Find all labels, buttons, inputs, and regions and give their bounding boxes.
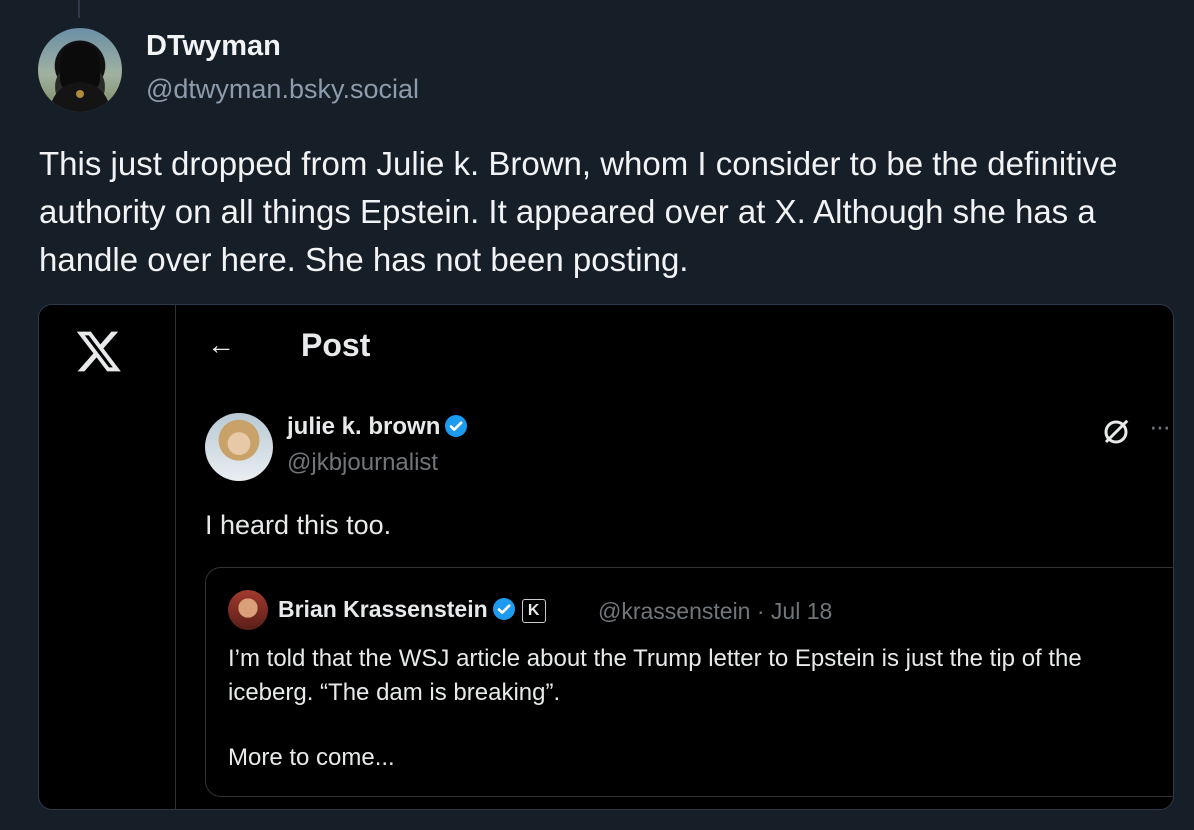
quoted-tweet[interactable]: Brian Krassenstein K @krassenstein · Jul … [205, 567, 1173, 797]
quoted-avatar[interactable] [228, 590, 268, 630]
quoted-display-name[interactable]: Brian Krassenstein K [278, 596, 546, 623]
tweet-display-name-text: julie k. brown [287, 413, 441, 440]
grok-icon[interactable] [1101, 417, 1131, 447]
affiliate-badge-icon: K [521, 599, 546, 623]
tweet-avatar[interactable] [205, 413, 273, 481]
verified-badge-icon [492, 598, 515, 620]
quoted-display-name-text: Brian Krassenstein [278, 596, 488, 622]
more-options-icon[interactable]: ··· [1149, 411, 1171, 442]
embedded-image[interactable]: ← Post julie k. brown @jkbjournalist ···… [38, 304, 1174, 810]
post-header-title: Post [301, 327, 371, 363]
quoted-more-text: More to come... [228, 744, 395, 771]
author-display-name[interactable]: DTwyman [146, 30, 281, 63]
thread-line [78, 0, 80, 18]
author-handle[interactable]: @dtwyman.bsky.social [146, 74, 419, 105]
quoted-text: I’m told that the WSJ article about the … [228, 645, 1082, 706]
quoted-handle-date[interactable]: @krassenstein · Jul 18 [598, 598, 832, 625]
verified-badge-icon [445, 415, 468, 437]
tweet-handle[interactable]: @jkbjournalist [287, 449, 438, 477]
post-text: This just dropped from Julie k. Brown, w… [39, 145, 1118, 278]
x-logo-icon [76, 331, 121, 372]
back-arrow-icon[interactable]: ← [207, 329, 235, 361]
x-sidebar [39, 305, 176, 809]
avatar-medal [76, 90, 84, 98]
tweet-text: I heard this too. [205, 510, 392, 540]
tweet-display-name[interactable]: julie k. brown [287, 413, 468, 441]
author-avatar[interactable] [38, 28, 122, 112]
